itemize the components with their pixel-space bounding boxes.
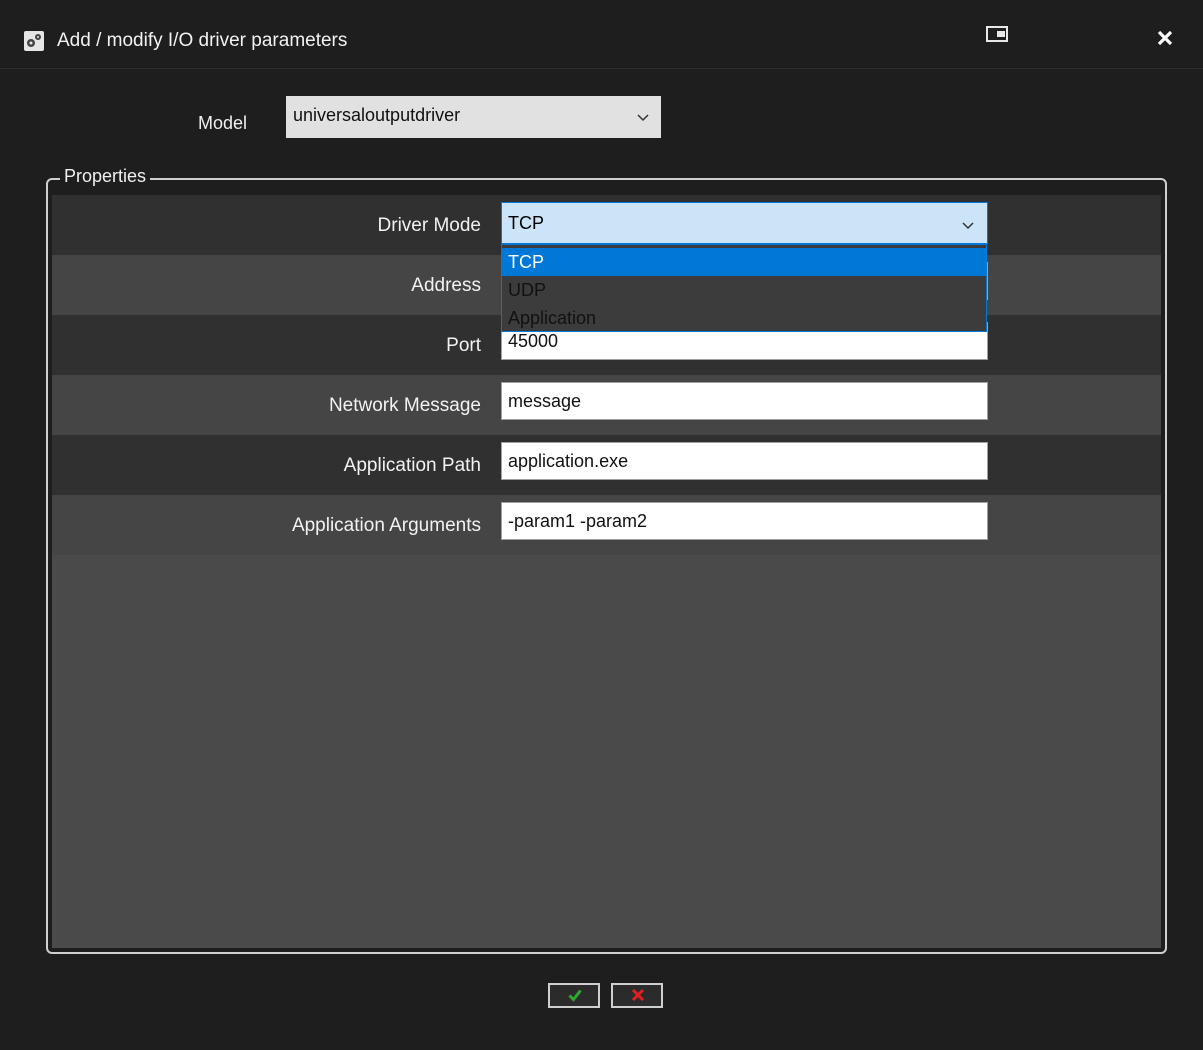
driver-mode-option-application[interactable]: Application — [502, 304, 986, 332]
title-bar: Add / modify I/O driver parameters — [0, 0, 1203, 69]
window-title: Add / modify I/O driver parameters — [57, 30, 348, 51]
checkmark-icon — [568, 989, 582, 1002]
driver-mode-select[interactable]: TCP — [501, 202, 988, 244]
model-value: universaloutputdriver — [293, 105, 461, 125]
model-select[interactable]: universaloutputdriver — [286, 96, 661, 138]
gears-icon — [24, 31, 44, 51]
driver-mode-option-tcp[interactable]: TCP — [502, 248, 986, 276]
driver-mode-option-udp[interactable]: UDP — [502, 276, 986, 304]
chevron-down-icon — [637, 114, 649, 122]
address-label: Address — [411, 275, 481, 296]
ok-button[interactable] — [548, 983, 600, 1008]
driver-mode-value: TCP — [508, 213, 544, 233]
close-icon[interactable] — [1157, 30, 1173, 46]
restore-window-icon[interactable] — [986, 26, 1008, 42]
network-message-label: Network Message — [328, 395, 481, 416]
cancel-button[interactable] — [611, 983, 663, 1008]
application-arguments-input[interactable] — [501, 502, 988, 540]
chevron-down-icon — [962, 222, 974, 230]
application-arguments-label: Application Arguments — [291, 515, 481, 536]
network-message-row: Network Message — [52, 375, 1161, 435]
driver-mode-dropdown-list: TCP UDP Application — [501, 244, 987, 332]
application-path-row: Application Path — [52, 435, 1161, 495]
driver-mode-label: Driver Mode — [377, 215, 481, 236]
x-icon — [631, 988, 645, 1002]
properties-legend: Properties — [60, 166, 151, 187]
model-label: Model — [198, 113, 248, 133]
application-path-input[interactable] — [501, 442, 988, 480]
application-path-label: Application Path — [343, 455, 481, 476]
application-arguments-row: Application Arguments — [52, 495, 1161, 555]
port-label: Port — [446, 335, 481, 356]
network-message-input[interactable] — [501, 382, 988, 420]
